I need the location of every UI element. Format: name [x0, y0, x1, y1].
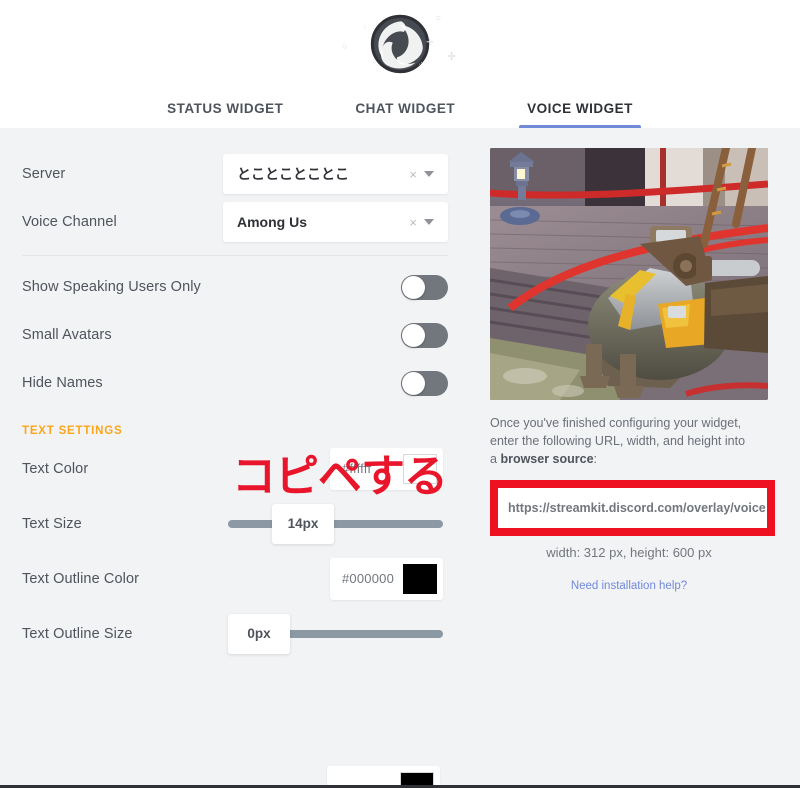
text-color-control: #ffffff — [330, 447, 443, 490]
server-select[interactable]: とことことことこ × — [223, 154, 448, 194]
server-clear-icon[interactable]: × — [402, 167, 424, 182]
overlay-url-value: https://streamkit.discord.com/overlay/vo… — [508, 501, 766, 516]
small-avatars-control — [401, 322, 448, 348]
installation-help-link[interactable]: Need installation help? — [490, 580, 768, 592]
row-voice-channel: Voice Channel Among Us × — [22, 198, 448, 246]
preview-artwork — [490, 148, 768, 400]
voice-channel-select[interactable]: Among Us × — [223, 202, 448, 242]
sparkle-plus-icon: ✛ — [447, 51, 457, 63]
hide-names-label: Hide Names — [22, 375, 103, 391]
text-outline-size-label: Text Outline Size — [22, 625, 133, 642]
widget-dimensions-text: width: 312 px, height: 600 px — [546, 545, 712, 561]
settings-panel: Server とことことことこ × Voice Channel Among Us… — [0, 128, 470, 788]
text-size-slider[interactable]: 14px — [228, 503, 443, 545]
sparkle-circle-icon: ○ — [342, 41, 348, 51]
text-outline-size-control: 0px — [228, 613, 443, 655]
url-highlight-box: https://streamkit.discord.com/overlay/vo… — [490, 480, 775, 537]
server-control: とことことことこ × — [223, 154, 448, 194]
voice-channel-clear-icon[interactable]: × — [402, 215, 424, 230]
text-color-field[interactable]: #ffffff — [330, 447, 443, 490]
tab-voice-widget[interactable]: VOICE WIDGET — [519, 101, 641, 128]
instructions-line-3-suffix: : — [593, 452, 598, 467]
tab-chat-widget[interactable]: CHAT WIDGET — [347, 101, 463, 128]
widget-tabs: STATUS WIDGET CHAT WIDGET VOICE WIDGET — [0, 101, 800, 128]
row-hide-names: Hide Names — [22, 359, 448, 407]
server-select-value: とことことことこ — [237, 166, 349, 182]
sparkle-plus-icon: ✛ — [426, 37, 434, 47]
chevron-down-icon[interactable] — [424, 171, 434, 177]
sparkle-dashes-icon: ⁖ — [362, 23, 367, 32]
text-outline-size-slider-handle[interactable]: 0px — [228, 613, 290, 654]
show-speaking-users-only-control — [401, 274, 448, 300]
row-server: Server とことことことこ × — [22, 150, 448, 198]
sparkle-circle-icon: ○ — [435, 13, 442, 24]
voice-widget-preview-image — [490, 148, 768, 400]
instructions-line-3-prefix: a — [490, 452, 501, 467]
page-header: ○ ⁖ ○ ✛ ✛ ⁖ STATUS WIDGET CHAT WIDGET VO… — [0, 0, 800, 128]
hide-names-control — [401, 370, 448, 396]
instructions-text: Once you've finished configuring your wi… — [490, 414, 762, 468]
tab-status-widget[interactable]: STATUS WIDGET — [159, 101, 291, 128]
toggle-show-speaking-users-only[interactable] — [401, 274, 448, 300]
text-outline-color-value: #000000 — [342, 571, 395, 586]
text-outline-size-slider[interactable]: 0px — [228, 613, 443, 655]
instructions-line-2: enter the following URL, width, and heig… — [490, 434, 746, 449]
overlay-url-input[interactable]: https://streamkit.discord.com/overlay/vo… — [498, 488, 767, 529]
chevron-down-icon[interactable] — [424, 219, 434, 225]
toggle-hide-names[interactable] — [401, 370, 448, 396]
slider-track[interactable] — [228, 519, 443, 528]
text-settings-section-title: TEXT SETTINGS — [22, 425, 123, 437]
toggle-knob — [402, 275, 425, 299]
row-text-size: Text Size 14px — [22, 496, 448, 551]
text-size-label: Text Size — [22, 515, 82, 532]
text-color-swatch[interactable] — [403, 453, 437, 484]
sparkle-dashes-icon: ⁖ — [418, 60, 423, 69]
instructions-line-1: Once you've finished configuring your wi… — [490, 416, 742, 430]
browser-source-emphasis: browser source — [500, 452, 594, 467]
row-text-outline-color: Text Outline Color #000000 — [22, 551, 448, 606]
server-label: Server — [22, 166, 66, 182]
small-avatars-label: Small Avatars — [22, 327, 112, 343]
toggle-small-avatars[interactable] — [401, 322, 448, 348]
body-area: Server とことことことこ × Voice Channel Among Us… — [0, 128, 800, 788]
section-divider — [22, 255, 448, 256]
show-speaking-users-only-label: Show Speaking Users Only — [22, 279, 201, 295]
preview-panel: Once you've finished configuring your wi… — [470, 128, 800, 788]
streamkit-overlay-configurator: ○ ⁖ ○ ✛ ✛ ⁖ STATUS WIDGET CHAT WIDGET VO… — [0, 0, 800, 788]
text-size-slider-handle[interactable]: 14px — [272, 503, 334, 544]
text-outline-color-field[interactable]: #000000 — [330, 557, 443, 600]
text-outline-color-label: Text Outline Color — [22, 570, 140, 587]
row-small-avatars: Small Avatars — [22, 311, 448, 359]
toggle-knob — [402, 323, 425, 347]
row-text-outline-size: Text Outline Size 0px — [22, 606, 448, 661]
text-size-control: 14px — [228, 503, 443, 545]
text-color-value: #ffffff — [342, 461, 372, 476]
voice-channel-select-value: Among Us — [237, 214, 307, 230]
text-outline-color-control: #000000 — [330, 557, 443, 600]
obs-logo-wrap: ○ ⁖ ○ ✛ ✛ ⁖ — [340, 8, 460, 80]
voice-channel-label: Voice Channel — [22, 214, 117, 230]
voice-channel-control: Among Us × — [223, 202, 448, 242]
toggle-knob — [402, 371, 425, 395]
row-show-speaking-users-only: Show Speaking Users Only — [22, 263, 448, 311]
text-color-label: Text Color — [22, 460, 89, 477]
text-outline-color-swatch[interactable] — [403, 563, 437, 594]
row-text-color: Text Color #ffffff — [22, 441, 448, 496]
